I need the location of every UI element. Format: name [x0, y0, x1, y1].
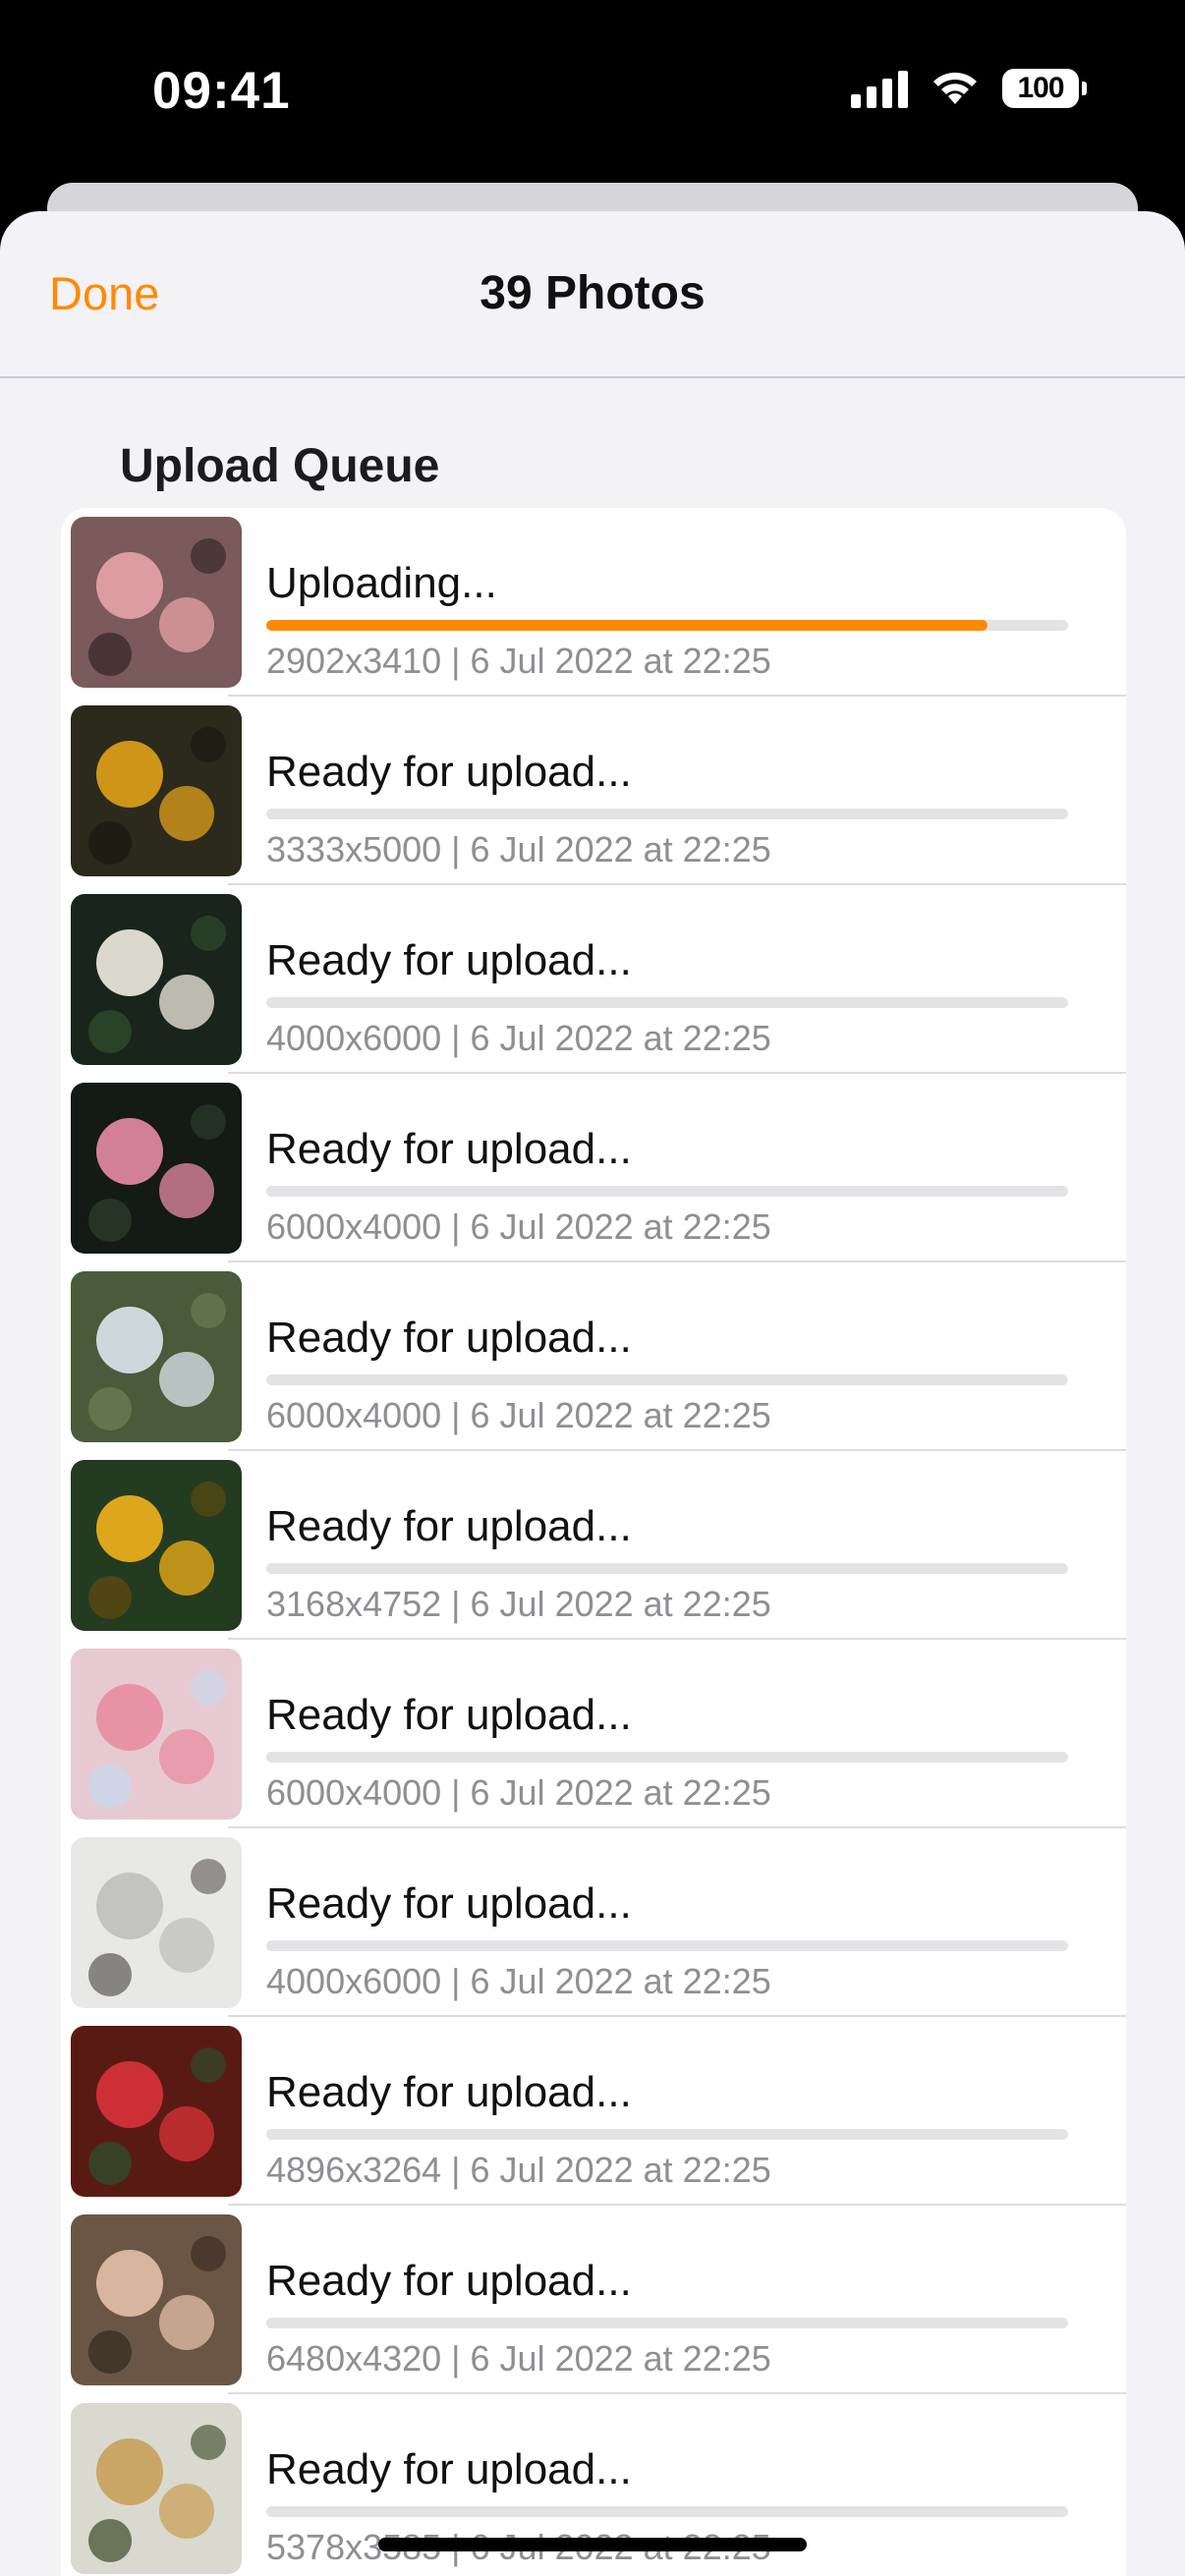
- photo-thumbnail[interactable]: [71, 1271, 242, 1442]
- home-indicator[interactable]: [378, 2538, 807, 2551]
- page-title: 39 Photos: [480, 267, 705, 319]
- upload-sheet: Done 39 Photos Upload Queue Uploading...…: [0, 211, 1185, 2576]
- photo-thumbnail[interactable]: [71, 2214, 242, 2385]
- photo-thumbnail[interactable]: [71, 2026, 242, 2197]
- progress-bar: [266, 1752, 1068, 1763]
- upload-status: Ready for upload...: [266, 1125, 632, 1173]
- upload-list: Uploading... 2902x3410 | 6 Jul 2022 at 2…: [61, 508, 1126, 2576]
- photo-meta: 6000x4000 | 6 Jul 2022 at 22:25: [266, 1772, 771, 1813]
- list-item[interactable]: Ready for upload... 6000x4000 | 6 Jul 20…: [61, 1640, 1126, 1828]
- photo-thumbnail[interactable]: [71, 1837, 242, 2008]
- photo-thumbnail[interactable]: [71, 1460, 242, 1631]
- upload-status: Uploading...: [266, 559, 497, 607]
- progress-bar: [266, 809, 1068, 819]
- list-item[interactable]: Ready for upload... 3168x4752 | 6 Jul 20…: [61, 1451, 1126, 1640]
- photo-meta: 3168x4752 | 6 Jul 2022 at 22:25: [266, 1584, 771, 1624]
- upload-status: Ready for upload...: [266, 936, 632, 984]
- list-item[interactable]: Ready for upload... 4000x6000 | 6 Jul 20…: [61, 1828, 1126, 2017]
- wifi-icon: [933, 72, 977, 104]
- upload-status: Ready for upload...: [266, 2445, 632, 2493]
- upload-status: Ready for upload...: [266, 1691, 632, 1739]
- progress-bar: [266, 620, 1068, 631]
- progress-bar: [266, 1563, 1068, 1574]
- list-item[interactable]: Uploading... 2902x3410 | 6 Jul 2022 at 2…: [61, 508, 1126, 697]
- photo-meta: 6000x4000 | 6 Jul 2022 at 22:25: [266, 1395, 771, 1435]
- list-item[interactable]: Ready for upload... 4000x6000 | 6 Jul 20…: [61, 885, 1126, 1074]
- status-bar: 09:41 100: [0, 0, 1185, 187]
- nav-bar: Done 39 Photos: [0, 211, 1185, 378]
- photo-thumbnail[interactable]: [71, 894, 242, 1065]
- upload-status: Ready for upload...: [266, 2257, 632, 2305]
- signal-icon: [851, 69, 908, 108]
- list-item[interactable]: Ready for upload... 6000x4000 | 6 Jul 20…: [61, 1074, 1126, 1262]
- upload-status: Ready for upload...: [266, 1879, 632, 1928]
- list-item[interactable]: Ready for upload... 4896x3264 | 6 Jul 20…: [61, 2017, 1126, 2206]
- photo-meta: 2902x3410 | 6 Jul 2022 at 22:25: [266, 641, 771, 681]
- photo-meta: 6000x4000 | 6 Jul 2022 at 22:25: [266, 1206, 771, 1247]
- photo-thumbnail[interactable]: [71, 1649, 242, 1820]
- list-item[interactable]: Ready for upload... 6000x4000 | 6 Jul 20…: [61, 1262, 1126, 1451]
- photo-meta: 3333x5000 | 6 Jul 2022 at 22:25: [266, 829, 771, 869]
- progress-fill: [266, 620, 988, 631]
- list-item[interactable]: Ready for upload... 6480x4320 | 6 Jul 20…: [61, 2206, 1126, 2394]
- progress-bar: [266, 2506, 1068, 2517]
- section-header: Upload Queue: [120, 440, 440, 492]
- upload-status: Ready for upload...: [266, 1502, 632, 1550]
- photo-meta: 4000x6000 | 6 Jul 2022 at 22:25: [266, 1961, 771, 2001]
- status-icons: 100: [851, 69, 1087, 108]
- list-item[interactable]: Ready for upload... 3333x5000 | 6 Jul 20…: [61, 697, 1126, 885]
- upload-status: Ready for upload...: [266, 2068, 632, 2116]
- photo-thumbnail[interactable]: [71, 2403, 242, 2574]
- progress-bar: [266, 2129, 1068, 2140]
- progress-bar: [266, 997, 1068, 1008]
- battery-icon: 100: [1002, 69, 1087, 108]
- photo-thumbnail[interactable]: [71, 517, 242, 688]
- battery-level: 100: [1017, 72, 1064, 104]
- photo-meta: 6480x4320 | 6 Jul 2022 at 22:25: [266, 2338, 771, 2379]
- progress-bar: [266, 1374, 1068, 1385]
- photo-meta: 4000x6000 | 6 Jul 2022 at 22:25: [266, 1018, 771, 1058]
- photo-thumbnail[interactable]: [71, 705, 242, 876]
- upload-status: Ready for upload...: [266, 1314, 632, 1362]
- photo-meta: 4896x3264 | 6 Jul 2022 at 22:25: [266, 2150, 771, 2190]
- progress-bar: [266, 2318, 1068, 2328]
- upload-status: Ready for upload...: [266, 748, 632, 796]
- status-time: 09:41: [152, 62, 291, 120]
- progress-bar: [266, 1186, 1068, 1197]
- progress-bar: [266, 1940, 1068, 1951]
- photo-thumbnail[interactable]: [71, 1083, 242, 1254]
